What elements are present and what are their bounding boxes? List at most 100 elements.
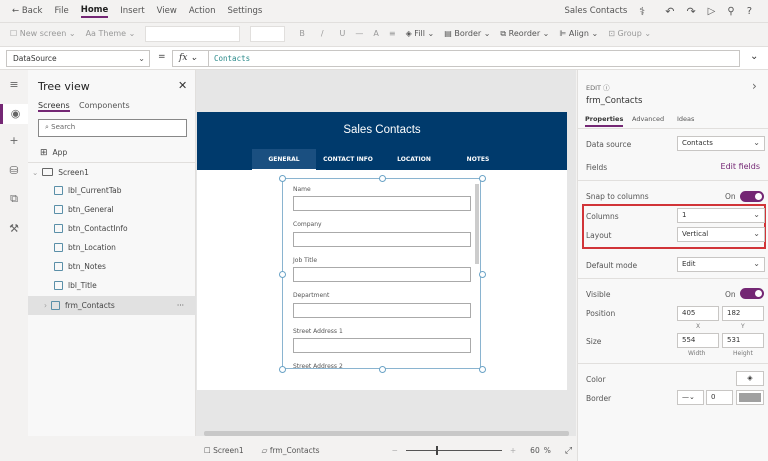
canvas-horizontal-scrollbar[interactable]	[204, 431, 569, 436]
tab-properties[interactable]: Properties	[585, 115, 624, 127]
tree-item[interactable]: btn_Notes	[28, 257, 196, 276]
columns-select[interactable]: 1 ⌄	[677, 208, 765, 223]
tree-view-panel: Tree view ✕ Screens Components ⌕ Search …	[28, 70, 196, 436]
help-icon[interactable]: ⓘ	[603, 84, 610, 92]
snap-toggle[interactable]	[740, 191, 764, 202]
zoom-in-button[interactable]: +	[510, 446, 516, 455]
width-input[interactable]: 554	[677, 333, 719, 348]
tab-notes[interactable]: NOTES	[446, 149, 510, 170]
group-button[interactable]: ⊡ Group ⌄	[608, 29, 651, 38]
tree-item-selected[interactable]: › frm_Contacts ···	[28, 296, 196, 315]
zoom-slider[interactable]	[405, 446, 502, 455]
company-input[interactable]	[293, 232, 471, 247]
layout-select[interactable]: Vertical ⌄	[677, 227, 765, 242]
color-picker[interactable]: ◈	[736, 371, 764, 386]
tab-contact-info[interactable]: CONTACT INFO	[316, 149, 380, 170]
bold-icon[interactable]: B	[299, 29, 305, 38]
new-screen-button[interactable]: ☐ New screen ⌄	[10, 29, 76, 38]
department-input[interactable]	[293, 303, 471, 318]
reorder-button[interactable]: ⧉ Reorder ⌄	[500, 29, 549, 39]
tab-ideas[interactable]: Ideas	[677, 115, 694, 123]
menu-file[interactable]: File	[54, 6, 68, 16]
screen-breadcrumb[interactable]: ☐ Screen1	[204, 446, 244, 455]
menu-action[interactable]: Action	[189, 6, 216, 16]
border-button[interactable]: ▤ Border ⌄	[444, 29, 490, 38]
contacts-form[interactable]: Name Company Job Title Department Street…	[279, 175, 486, 373]
more-options-icon[interactable]: ···	[177, 301, 184, 310]
tab-location[interactable]: LOCATION	[382, 149, 446, 170]
name-input[interactable]	[293, 196, 471, 211]
tab-screens[interactable]: Screens	[38, 101, 70, 112]
tree-item[interactable]: lbl_Title	[28, 276, 196, 295]
resize-handle[interactable]	[479, 366, 486, 373]
formula-input[interactable]: Contacts	[208, 50, 740, 67]
expand-formula-icon[interactable]: ⌄	[750, 51, 758, 62]
menu-insert[interactable]: Insert	[120, 6, 144, 16]
resize-handle[interactable]	[479, 271, 486, 278]
stethoscope-icon[interactable]: ⚕	[639, 5, 645, 18]
form-scrollbar[interactable]	[475, 184, 479, 264]
undo-icon[interactable]: ↶	[665, 5, 674, 18]
redo-icon[interactable]: ↷	[686, 5, 695, 18]
strikethrough-icon[interactable]: —	[355, 29, 363, 38]
resize-handle[interactable]	[279, 366, 286, 373]
tab-general[interactable]: GENERAL	[252, 149, 316, 170]
tree-item[interactable]: btn_General	[28, 200, 196, 219]
menu-home[interactable]: Home	[80, 5, 109, 18]
control-breadcrumb[interactable]: ▱ frm_Contacts	[262, 446, 320, 455]
fit-to-window-icon[interactable]: ⤢	[565, 446, 572, 456]
tree-view-icon[interactable]: ◉	[0, 104, 28, 124]
font-color-icon[interactable]: A	[373, 29, 378, 38]
tree-item[interactable]: lbl_CurrentTab	[28, 181, 196, 200]
menu-settings[interactable]: Settings	[227, 6, 262, 16]
resize-handle[interactable]	[379, 175, 386, 182]
property-select[interactable]: DataSource ⌄	[6, 50, 150, 67]
advanced-tools-icon[interactable]: ⚒	[0, 222, 28, 235]
resize-handle[interactable]	[479, 175, 486, 182]
data-source-select[interactable]: Contacts ⌄	[677, 136, 765, 151]
close-icon[interactable]: ✕	[178, 79, 187, 92]
tab-components[interactable]: Components	[79, 101, 130, 110]
font-select[interactable]	[145, 25, 241, 42]
fill-button[interactable]: ◈ Fill ⌄	[406, 29, 435, 38]
height-input[interactable]: 531	[722, 333, 764, 348]
tree-item[interactable]: btn_ContactInfo	[28, 219, 196, 238]
visible-toggle[interactable]	[740, 288, 764, 299]
play-icon[interactable]: ▷	[708, 6, 716, 17]
theme-button[interactable]: Aa Theme ⌄	[86, 29, 136, 38]
street-address-1-input[interactable]	[293, 338, 471, 353]
app-screen[interactable]: Sales Contacts GENERAL CONTACT INFO LOCA…	[197, 112, 567, 390]
position-x-input[interactable]: 405	[677, 306, 719, 321]
resize-handle[interactable]	[279, 175, 286, 182]
media-icon[interactable]: ⧉	[0, 192, 28, 206]
font-size-select[interactable]	[250, 25, 286, 42]
back-button[interactable]: ← Back	[12, 6, 42, 16]
underline-icon[interactable]: U	[340, 29, 346, 38]
data-icon[interactable]: ⛁	[0, 164, 28, 177]
align-button[interactable]: ⊫ Align ⌄	[559, 29, 598, 38]
help-icon[interactable]: ?	[747, 6, 752, 17]
default-mode-select[interactable]: Edit ⌄	[677, 257, 765, 272]
fx-button[interactable]: fx ⌄	[172, 50, 208, 67]
tree-item[interactable]: btn_Location	[28, 238, 196, 257]
tab-advanced[interactable]: Advanced	[632, 115, 664, 123]
text-align-icon[interactable]: ≡	[389, 29, 396, 38]
italic-icon[interactable]: /	[321, 29, 324, 38]
tree-item-screen1[interactable]: ⌄ Screen1	[28, 162, 196, 181]
zoom-out-button[interactable]: −	[392, 446, 398, 455]
collapse-panel-icon[interactable]: ›	[752, 79, 757, 93]
insert-icon[interactable]: +	[0, 134, 28, 147]
hamburger-icon[interactable]: ≡	[0, 78, 28, 91]
job-title-input[interactable]	[293, 267, 471, 282]
border-width-input[interactable]: 0	[706, 390, 733, 405]
resize-handle[interactable]	[379, 366, 386, 373]
user-icon[interactable]: ⚲	[727, 6, 734, 17]
resize-handle[interactable]	[279, 271, 286, 278]
menu-view[interactable]: View	[157, 6, 177, 16]
position-y-input[interactable]: 182	[722, 306, 764, 321]
search-input[interactable]: ⌕ Search	[38, 119, 187, 137]
tree-item-app[interactable]: ⊞ App	[28, 143, 196, 162]
border-color-picker[interactable]	[736, 390, 764, 405]
edit-fields-link[interactable]: Edit fields	[721, 162, 760, 171]
border-style-select[interactable]: —⌄	[677, 390, 704, 405]
